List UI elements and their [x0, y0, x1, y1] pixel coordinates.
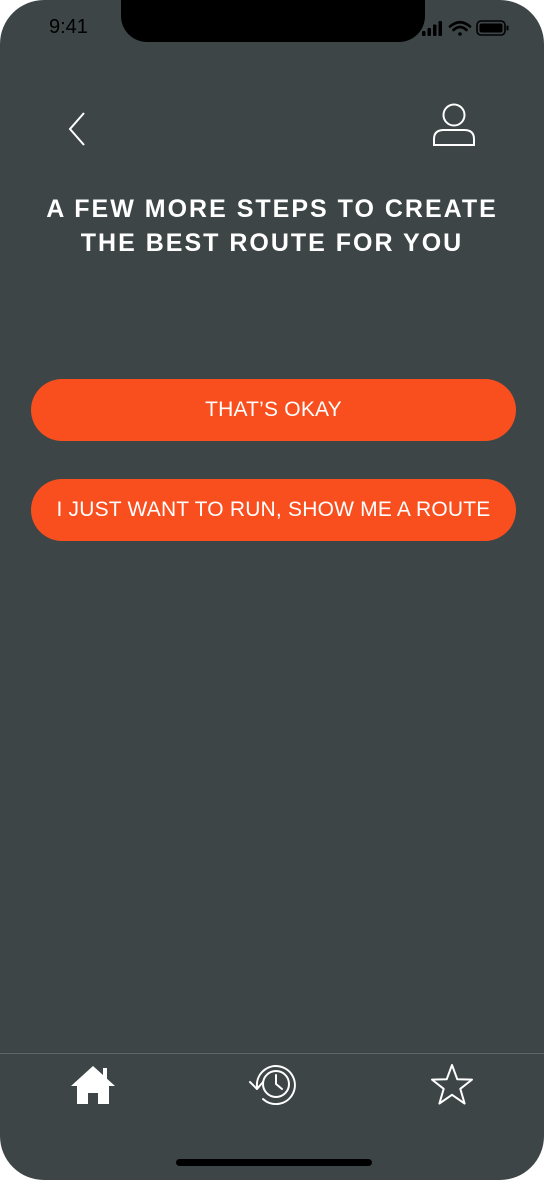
show-route-label: I JUST WANT TO RUN, SHOW ME A ROUTE	[56, 498, 491, 521]
tab-history[interactable]	[248, 1060, 298, 1110]
profile-button[interactable]	[430, 101, 478, 151]
user-icon	[433, 103, 475, 146]
wifi-icon	[448, 20, 472, 36]
chevron-left-icon	[68, 112, 85, 146]
battery-icon	[476, 20, 509, 36]
page-title: A FEW MORE STEPS TO CREATE THE BEST ROUT…	[46, 195, 498, 257]
show-route-button[interactable]: I JUST WANT TO RUN, SHOW ME A ROUTE	[31, 479, 516, 541]
device-notch	[121, 0, 425, 42]
home-icon	[71, 1066, 115, 1104]
app-screen: 9:41 A FEW MORE STEPS TO CREATE THE BEST…	[0, 0, 544, 1180]
thats-okay-button[interactable]: THAT’S OKAY	[31, 379, 516, 441]
status-time: 9:41	[49, 16, 88, 38]
thats-okay-label: THAT’S OKAY	[205, 398, 342, 421]
star-icon	[431, 1064, 473, 1105]
tab-favorites[interactable]	[427, 1060, 477, 1110]
tab-home[interactable]	[68, 1060, 118, 1110]
back-button[interactable]	[62, 108, 102, 152]
status-indicators	[422, 20, 509, 36]
home-indicator	[176, 1159, 372, 1166]
history-icon	[249, 1065, 296, 1106]
signal-icon	[422, 21, 442, 36]
